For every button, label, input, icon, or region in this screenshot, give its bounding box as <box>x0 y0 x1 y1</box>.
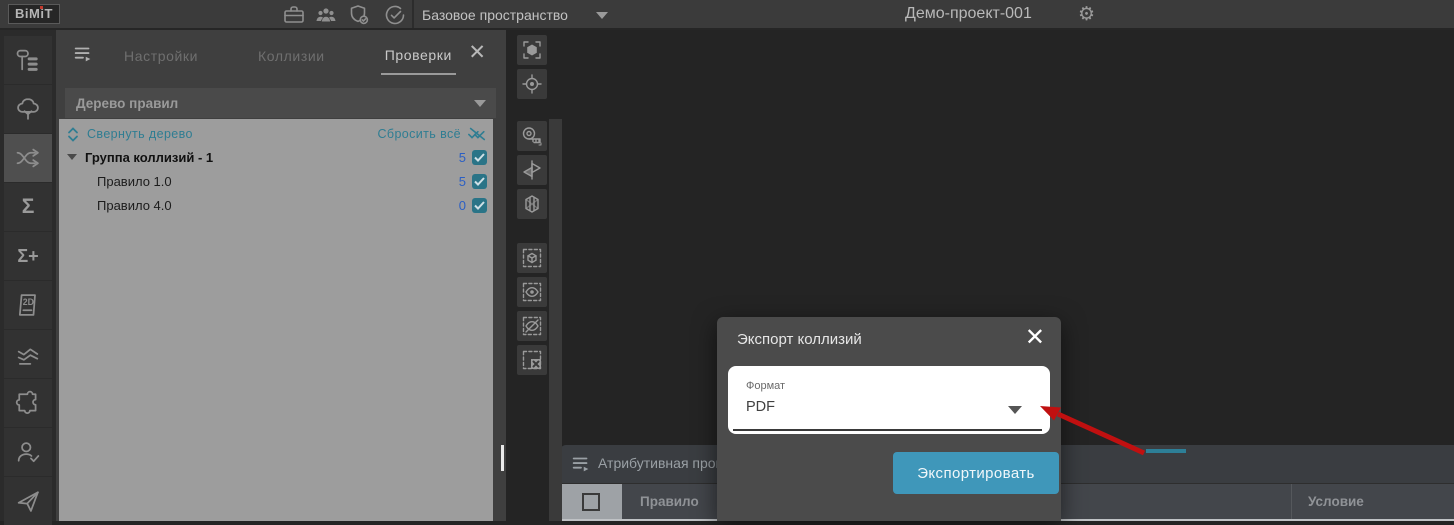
model-edge-fragment <box>1146 449 1186 453</box>
bottom-panel-title: Атрибутивная пров <box>598 455 723 471</box>
tree-scroll-rail[interactable] <box>549 119 562 521</box>
2d-drawings-icon[interactable]: 2D <box>4 281 52 329</box>
sum-icon[interactable]: Σ <box>4 183 52 231</box>
projects-briefcase-icon[interactable] <box>282 3 306 27</box>
collision-count: 5 <box>446 174 466 189</box>
axis-z-label: Z <box>645 247 652 259</box>
tree-scrollbar-thumb[interactable] <box>501 445 504 471</box>
collision-count: 5 <box>446 150 466 165</box>
navigation-gizmo[interactable]: Z Y <box>597 247 716 360</box>
app-logo[interactable]: BiMiT <box>8 4 60 24</box>
charts-icon[interactable] <box>4 330 52 378</box>
section-caret-icon <box>474 100 486 107</box>
group-caret-icon[interactable] <box>67 153 77 161</box>
format-select-card: Формат PDF <box>728 366 1050 434</box>
model-structure-icon[interactable] <box>4 36 52 84</box>
tree-row-group[interactable]: Группа коллизий - 1 5 <box>59 145 493 169</box>
fit-to-view-button[interactable] <box>517 35 547 65</box>
rules-tree: Свернуть дерево Сбросить всё Группа колл… <box>59 119 493 521</box>
section-box-button[interactable] <box>517 189 547 219</box>
hide-selection-button[interactable] <box>517 311 547 341</box>
column-header-condition: Условие <box>1308 494 1364 509</box>
axis-y-label: Y <box>708 302 716 314</box>
tree-row-rule[interactable]: Правило 4.0 0 <box>59 193 493 217</box>
checks-panel: Настройки Коллизии Проверки ✕ Дерево пра… <box>56 30 506 521</box>
panel-menu-icon[interactable] <box>72 43 94 65</box>
rules-tree-section-header[interactable]: Дерево правил <box>65 88 496 118</box>
tab-collisions[interactable]: Коллизии <box>254 34 329 74</box>
shield-check-icon[interactable] <box>347 3 371 27</box>
left-toolbar: Σ Σ+ 2D <box>0 30 56 521</box>
workspace-caret-icon[interactable] <box>596 12 608 19</box>
show-selection-button[interactable] <box>517 277 547 307</box>
collision-count: 0 <box>446 198 466 213</box>
sum-plus-icon[interactable]: Σ+ <box>4 232 52 280</box>
section-plane-button[interactable] <box>517 155 547 185</box>
format-field-label: Формат <box>746 380 785 392</box>
project-settings-gear-icon[interactable]: ⚙ <box>1078 3 1095 25</box>
clear-selection-button[interactable] <box>517 345 547 375</box>
isolate-selection-button[interactable] <box>517 243 547 273</box>
rule-checkbox[interactable] <box>472 150 487 165</box>
measure-tape-button[interactable] <box>517 121 547 151</box>
tab-settings[interactable]: Настройки <box>120 34 202 74</box>
close-panel-icon[interactable]: ✕ <box>468 42 486 63</box>
column-divider <box>1291 484 1292 520</box>
tab-checks[interactable]: Проверки <box>381 33 456 75</box>
axis-x-marker <box>635 305 645 315</box>
format-caret-icon[interactable] <box>1008 406 1022 414</box>
collapse-tree-link[interactable]: Свернуть дерево <box>87 127 193 141</box>
topbar-separator <box>412 0 414 28</box>
reset-all-link[interactable]: Сбросить всё <box>377 127 461 141</box>
format-underline <box>733 429 1042 432</box>
uncheck-all-icon[interactable] <box>467 126 487 142</box>
building-door <box>913 168 939 206</box>
top-bar: BiMiT Базовое пространство Демо-проект-0… <box>0 0 1454 30</box>
tree-row-rule[interactable]: Правило 1.0 5 <box>59 169 493 193</box>
plugins-puzzle-icon[interactable] <box>4 379 52 427</box>
collisions-shuffle-icon[interactable] <box>4 134 52 182</box>
rule-checkbox[interactable] <box>472 174 487 189</box>
select-all-checkbox[interactable] <box>582 493 600 511</box>
user-check-icon[interactable] <box>4 428 52 476</box>
project-title: Демо-проект-001 <box>905 5 1032 23</box>
rule-checkbox[interactable] <box>472 198 487 213</box>
select-all-cell <box>560 484 622 520</box>
check-circle-icon[interactable] <box>383 3 407 27</box>
dialog-title: Экспорт коллизий <box>737 331 862 348</box>
format-select[interactable]: PDF <box>746 399 775 415</box>
workspace-selector[interactable]: Базовое пространство <box>422 7 568 23</box>
team-icon[interactable] <box>314 3 338 27</box>
tree-view-icon[interactable] <box>4 85 52 133</box>
column-header-rule: Правило <box>640 494 699 509</box>
svg-text:2D: 2D <box>23 297 34 307</box>
focus-target-button[interactable] <box>517 69 547 99</box>
export-collisions-dialog: Экспорт коллизий ✕ Формат PDF Экспортиро… <box>717 317 1061 521</box>
expand-collapse-icon[interactable] <box>67 127 79 142</box>
send-icon[interactable] <box>4 477 52 525</box>
panel-menu-icon[interactable] <box>570 453 592 475</box>
export-button[interactable]: Экспортировать <box>893 452 1059 494</box>
dialog-close-icon[interactable]: ✕ <box>1025 326 1045 350</box>
